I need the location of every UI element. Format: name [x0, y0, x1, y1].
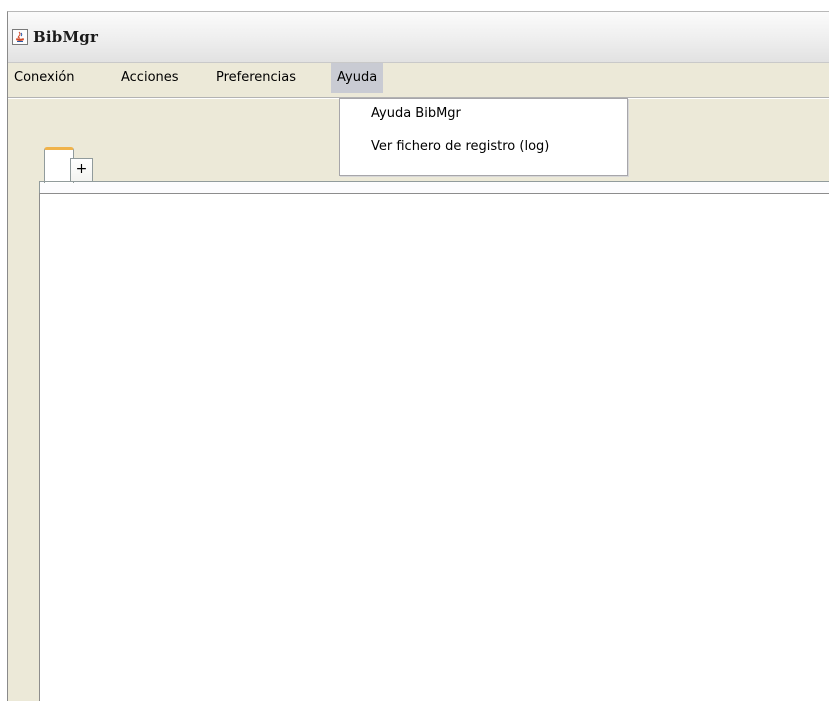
- title-bar[interactable]: BibMgr: [8, 12, 829, 63]
- tab-content-panel: [39, 193, 829, 701]
- add-tab-button[interactable]: +: [70, 158, 93, 181]
- menu-item-ver-log[interactable]: Ver fichero de registro (log): [371, 135, 549, 159]
- menu-item-ayuda-bibmgr[interactable]: Ayuda BibMgr: [371, 102, 461, 126]
- menu-preferencias[interactable]: Preferencias: [210, 63, 302, 93]
- menu-ayuda[interactable]: Ayuda: [331, 63, 384, 93]
- window-title: BibMgr: [33, 28, 99, 46]
- menu-bar: Conexión Acciones Preferencias Ayuda: [8, 63, 829, 98]
- java-cup-icon: [12, 29, 28, 45]
- menu-acciones[interactable]: Acciones: [115, 63, 185, 93]
- main-content: +: [8, 99, 829, 701]
- tab-strip-divider: [39, 181, 829, 182]
- app-window: BibMgr Conexión Acciones Preferencias Ay…: [7, 11, 829, 701]
- menu-conexion[interactable]: Conexión: [8, 63, 81, 93]
- ayuda-dropdown-menu: Ayuda BibMgr Ver fichero de registro (lo…: [339, 98, 628, 176]
